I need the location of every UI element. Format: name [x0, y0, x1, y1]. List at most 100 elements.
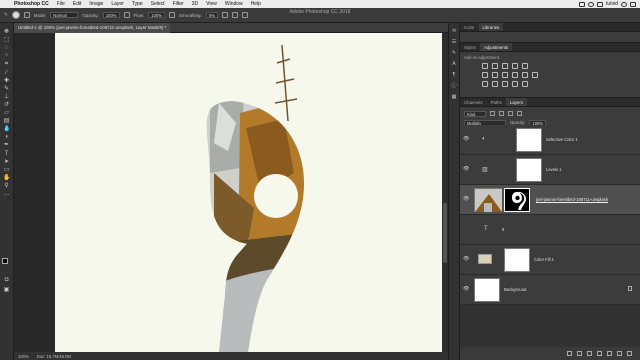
menu-list-icon[interactable]: [630, 1, 636, 7]
smoothing-gear-icon[interactable]: [221, 12, 228, 18]
layer-mask-thumbnail[interactable]: [504, 248, 530, 272]
eyedropper-tool-icon[interactable]: ⁄: [3, 70, 10, 76]
tab-paths[interactable]: Paths: [487, 98, 506, 106]
zoom-level[interactable]: 100%: [18, 354, 29, 359]
layer-thumbnail[interactable]: [474, 278, 500, 302]
flow-field[interactable]: 100%: [148, 12, 166, 18]
wifi-icon[interactable]: [588, 1, 595, 7]
angle-icon[interactable]: [231, 12, 238, 18]
swatches-icon[interactable]: ▦: [451, 94, 457, 100]
tab-libraries[interactable]: Libraries: [478, 23, 504, 31]
menu-type[interactable]: Type: [128, 0, 147, 8]
history-brush-tool-icon[interactable]: ↺: [3, 102, 10, 108]
layer-mask-thumbnail[interactable]: [516, 158, 542, 182]
menu-3d[interactable]: 3D: [188, 0, 202, 8]
battery-icon[interactable]: [597, 1, 604, 7]
layer-row-selective-color[interactable]: 👁 ◐ Selective Color 1: [460, 125, 640, 155]
type-tool-icon[interactable]: T: [3, 151, 10, 157]
gradient-tool-icon[interactable]: ▤: [3, 118, 10, 124]
visibility-eye-icon[interactable]: 👁: [463, 197, 469, 202]
tab-color[interactable]: Color: [460, 23, 479, 31]
tab-styles[interactable]: Styles: [460, 43, 480, 51]
color-lookup-icon[interactable]: [532, 72, 538, 78]
foreground-color-swatch[interactable]: [2, 258, 8, 264]
history-icon[interactable]: ⟲: [451, 28, 457, 34]
levels-icon[interactable]: [492, 63, 498, 69]
kind-filter[interactable]: Kind: [464, 110, 486, 117]
search-icon[interactable]: [621, 1, 627, 7]
vibrance-icon[interactable]: [522, 63, 528, 69]
zoom-tool-icon[interactable]: ⚲: [3, 183, 10, 189]
threshold-icon[interactable]: [502, 81, 508, 87]
app-menu[interactable]: Photoshop CC: [10, 0, 53, 8]
healing-tool-icon[interactable]: ✚: [3, 78, 10, 84]
tab-channels[interactable]: Channels: [460, 98, 487, 106]
menu-help[interactable]: Help: [247, 0, 265, 8]
fx-icon[interactable]: [577, 351, 582, 356]
brush-tool-icon[interactable]: ✎: [3, 86, 10, 92]
layer-name[interactable]: Background: [504, 287, 526, 292]
blur-tool-icon[interactable]: 💧: [3, 126, 10, 132]
brightness-icon[interactable]: [482, 63, 488, 69]
photo-filter-icon[interactable]: [512, 72, 518, 78]
fill-color-thumbnail[interactable]: [474, 248, 496, 272]
visibility-eye-icon[interactable]: 👁: [463, 167, 469, 172]
trash-icon[interactable]: [627, 351, 632, 356]
layer-name[interactable]: Color Fill 1: [534, 257, 554, 262]
selective-color-icon[interactable]: [512, 81, 518, 87]
menu-view[interactable]: View: [202, 0, 221, 8]
channel-mixer-icon[interactable]: [522, 72, 528, 78]
doc-info[interactable]: Doc: 15.7M/48.0M: [37, 354, 71, 359]
more-tools-icon[interactable]: …: [3, 191, 10, 197]
menu-edit[interactable]: Edit: [69, 0, 86, 8]
info-icon[interactable]: ⓘ: [451, 83, 457, 89]
symmetry-icon[interactable]: [241, 12, 248, 18]
adjustment-filter-icon[interactable]: [499, 111, 504, 116]
user-name[interactable]: tutvid: [606, 1, 618, 7]
layer-name[interactable]: Levels 1: [546, 167, 562, 172]
color-balance-icon[interactable]: [492, 72, 498, 78]
crop-tool-icon[interactable]: ⌗: [3, 61, 10, 67]
hand-tool-icon[interactable]: ✋: [3, 175, 10, 181]
shape-filter-icon[interactable]: [517, 111, 522, 116]
path-select-tool-icon[interactable]: ➤: [3, 159, 10, 165]
new-adjustment-icon[interactable]: [597, 351, 602, 356]
document-canvas[interactable]: [14, 33, 442, 352]
dodge-tool-icon[interactable]: ◖: [3, 134, 10, 140]
black-white-icon[interactable]: [502, 72, 508, 78]
gradient-map-icon[interactable]: [522, 81, 528, 87]
pixel-filter-icon[interactable]: [490, 111, 495, 116]
brush-settings-icon[interactable]: [23, 12, 30, 18]
new-group-icon[interactable]: [607, 351, 612, 356]
opacity-field[interactable]: 100%: [102, 12, 120, 18]
layer-row-color-fill[interactable]: 👁 Color Fill 1: [460, 245, 640, 275]
exposure-icon[interactable]: [512, 63, 518, 69]
layer-row-text[interactable]: T 9: [460, 215, 640, 245]
layer-row-background[interactable]: 👁 Background: [460, 275, 640, 305]
tab-layers[interactable]: Layers: [505, 98, 527, 106]
visibility-eye-icon[interactable]: 👁: [463, 257, 469, 262]
brush-settings-panel-icon[interactable]: ✎: [451, 50, 457, 56]
menu-layer[interactable]: Layer: [107, 0, 128, 8]
paragraph-icon[interactable]: ¶: [451, 72, 457, 78]
tab-adjustments[interactable]: Adjustments: [479, 43, 513, 51]
menu-select[interactable]: Select: [147, 0, 169, 8]
canvas-area[interactable]: [14, 33, 448, 352]
mode-select[interactable]: Normal: [50, 12, 79, 18]
pen-tool-icon[interactable]: ✒: [3, 142, 10, 148]
layer-thumbnail[interactable]: [474, 188, 502, 212]
layer-row-photo[interactable]: 👁 joel-jasmin-forestbird-106711-unsplash: [460, 185, 640, 215]
lasso-tool-icon[interactable]: ◌: [3, 45, 10, 51]
add-mask-icon[interactable]: [587, 351, 592, 356]
smoothing-field[interactable]: 0%: [205, 12, 218, 18]
link-layers-icon[interactable]: [567, 351, 572, 356]
layer-name[interactable]: joel-jasmin-forestbird-106711-unsplash: [536, 197, 608, 202]
visibility-eye-icon[interactable]: 👁: [463, 287, 469, 292]
quick-mask-icon[interactable]: ◘: [3, 277, 10, 283]
properties-icon[interactable]: ☰: [451, 39, 457, 45]
document-tab[interactable]: Untitled-1 @ 100% (joel-jasmin-forestbir…: [14, 23, 171, 33]
menu-filter[interactable]: Filter: [169, 0, 188, 8]
layer-row-levels[interactable]: 👁 ▥ Levels 1: [460, 155, 640, 185]
menu-window[interactable]: Window: [221, 0, 247, 8]
character-icon[interactable]: A: [451, 61, 457, 67]
